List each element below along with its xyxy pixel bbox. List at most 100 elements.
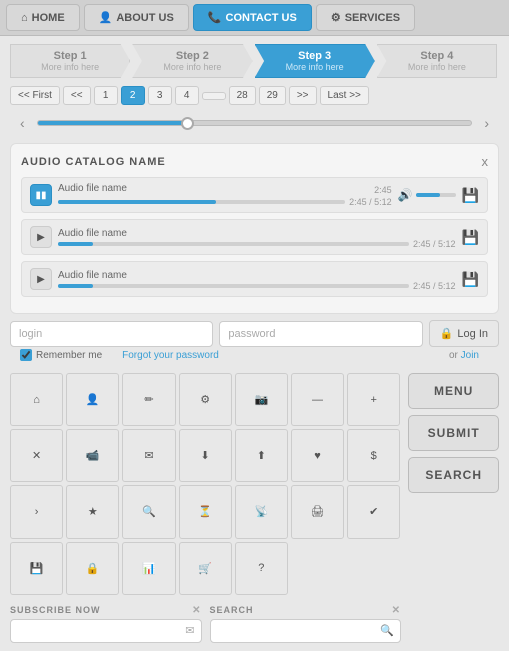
- step-1-sub: More info here: [41, 62, 99, 72]
- icon-question[interactable]: ?: [235, 542, 288, 595]
- icon-gear[interactable]: ⚙: [179, 373, 232, 426]
- pause-button-1[interactable]: ▮▮: [30, 184, 52, 206]
- track-progress-3[interactable]: [58, 284, 409, 288]
- icon-dollar[interactable]: $: [347, 429, 400, 482]
- nav-services[interactable]: ⚙ SERVICES: [316, 4, 415, 31]
- icon-bar-chart[interactable]: 📊: [122, 542, 175, 595]
- track-info-1: Audio file name 2:45 2:45 / 5:12: [58, 183, 392, 207]
- page-4[interactable]: 4: [175, 86, 199, 105]
- page-2[interactable]: 2: [121, 86, 145, 105]
- slider-track[interactable]: [37, 120, 473, 126]
- slider-right-arrow[interactable]: ›: [480, 113, 493, 133]
- menu-button[interactable]: MENU: [408, 373, 499, 409]
- icon-home[interactable]: ⌂: [10, 373, 63, 426]
- audio-catalog: AUDIO CATALOG NAME x ▮▮ Audio file name …: [10, 143, 499, 314]
- nav-services-label: SERVICES: [345, 12, 400, 24]
- icon-x[interactable]: ✕: [10, 429, 63, 482]
- track-progress-2[interactable]: [58, 242, 409, 246]
- search-clear[interactable]: ✕: [392, 605, 401, 616]
- subscribe-clear[interactable]: ✕: [192, 605, 201, 616]
- icon-lock[interactable]: 🔒: [66, 542, 119, 595]
- track-time-label-2: 2:45 / 5:12: [413, 239, 456, 249]
- step-4-sub: More info here: [408, 62, 466, 72]
- step-2[interactable]: Step 2 More info here: [132, 44, 252, 78]
- track-progress-1[interactable]: [58, 200, 345, 204]
- submit-button[interactable]: SUBMIT: [408, 415, 499, 451]
- join-link[interactable]: Join: [461, 350, 479, 361]
- page-first[interactable]: << First: [10, 86, 60, 105]
- page-1[interactable]: 1: [94, 86, 118, 105]
- icon-heart[interactable]: ♥: [291, 429, 344, 482]
- icon-hourglass[interactable]: ⏳: [179, 485, 232, 538]
- search-label-text: SEARCH: [210, 605, 254, 615]
- nav-about-label: ABOUT US: [116, 12, 173, 24]
- icon-cart[interactable]: 🛒: [179, 542, 232, 595]
- step-1[interactable]: Step 1 More info here: [10, 44, 130, 78]
- remember-row: Remember me Forgot your password or Join: [10, 347, 499, 367]
- page-29[interactable]: 29: [259, 86, 286, 105]
- save-icon-1[interactable]: 💾: [462, 187, 479, 204]
- step-4[interactable]: Step 4 More info here: [377, 44, 497, 78]
- search-input[interactable]: [217, 620, 377, 642]
- icon-person[interactable]: 👤: [66, 373, 119, 426]
- remember-label[interactable]: Remember me: [20, 349, 102, 361]
- page-last[interactable]: Last >>: [320, 86, 369, 105]
- login-button[interactable]: 🔒 Log In: [429, 320, 499, 347]
- track-progress-container-3: 2:45 / 5:12: [58, 281, 456, 291]
- icon-pencil[interactable]: ✏: [122, 373, 175, 426]
- icon-arrow-up[interactable]: ⬆: [235, 429, 288, 482]
- nav-contact[interactable]: 📞 CONTACT US: [193, 4, 312, 31]
- phone-icon: 📞: [208, 11, 222, 24]
- login-input[interactable]: [10, 321, 213, 347]
- track-fill-3: [58, 284, 93, 288]
- icon-print[interactable]: 🖨: [291, 485, 344, 538]
- icon-rss[interactable]: 📡: [235, 485, 288, 538]
- page-3[interactable]: 3: [148, 86, 172, 105]
- page-28[interactable]: 28: [229, 86, 256, 105]
- track-info-3: Audio file name 2:45 / 5:12: [58, 267, 456, 291]
- steps-bar: Step 1 More info here Step 2 More info h…: [0, 36, 509, 82]
- step-3[interactable]: Step 3 More info here: [255, 44, 375, 78]
- step-4-title: Step 4: [420, 50, 453, 62]
- icon-video[interactable]: 📹: [66, 429, 119, 482]
- catalog-close[interactable]: x: [482, 154, 489, 169]
- icon-save[interactable]: 💾: [10, 542, 63, 595]
- track-progress-container-1: 2:45 / 5:12: [58, 197, 392, 207]
- icon-star[interactable]: ★: [66, 485, 119, 538]
- or-text: or: [449, 350, 458, 361]
- track-time-label-1: 2:45 / 5:12: [349, 197, 392, 207]
- icon-check[interactable]: ✔: [347, 485, 400, 538]
- slider-left-arrow[interactable]: ‹: [16, 113, 29, 133]
- nav-home[interactable]: ⌂ HOME: [6, 4, 80, 31]
- icon-chevron-right[interactable]: ›: [10, 485, 63, 538]
- step-1-title: Step 1: [54, 50, 87, 62]
- forgot-link[interactable]: Forgot your password: [122, 350, 219, 361]
- step-2-sub: More info here: [163, 62, 221, 72]
- icon-camera[interactable]: 📷: [235, 373, 288, 426]
- play-button-2[interactable]: ▶: [30, 226, 52, 248]
- audio-track-3: ▶ Audio file name 2:45 / 5:12 💾: [21, 261, 488, 297]
- icon-search[interactable]: 🔍: [122, 485, 175, 538]
- volume-icon-1[interactable]: 🔊: [398, 188, 413, 202]
- audio-track-1: ▮▮ Audio file name 2:45 2:45 / 5:12 🔊 💾: [21, 177, 488, 213]
- icon-plus[interactable]: +: [347, 373, 400, 426]
- icon-arrow-down[interactable]: ⬇: [179, 429, 232, 482]
- save-icon-2[interactable]: 💾: [462, 229, 479, 246]
- subscribe-input[interactable]: [17, 620, 181, 642]
- slider-container: ‹ ›: [0, 109, 509, 137]
- nav-contact-label: CONTACT US: [226, 12, 297, 24]
- icon-minus[interactable]: —: [291, 373, 344, 426]
- search-button[interactable]: SEARCH: [408, 457, 499, 493]
- page-next2[interactable]: >>: [289, 86, 317, 105]
- volume-track-1[interactable]: [416, 193, 456, 197]
- page-prev2[interactable]: <<: [63, 86, 91, 105]
- slider-thumb[interactable]: [181, 117, 194, 130]
- remember-checkbox[interactable]: [20, 349, 32, 361]
- password-input[interactable]: [219, 321, 422, 347]
- icon-mail[interactable]: ✉: [122, 429, 175, 482]
- slider-fill: [38, 121, 190, 125]
- play-button-3[interactable]: ▶: [30, 268, 52, 290]
- subscribe-group: SUBSCRIBE NOW ✕ ✉: [10, 605, 202, 643]
- nav-about[interactable]: 👤 ABOUT US: [84, 4, 189, 31]
- save-icon-3[interactable]: 💾: [462, 271, 479, 288]
